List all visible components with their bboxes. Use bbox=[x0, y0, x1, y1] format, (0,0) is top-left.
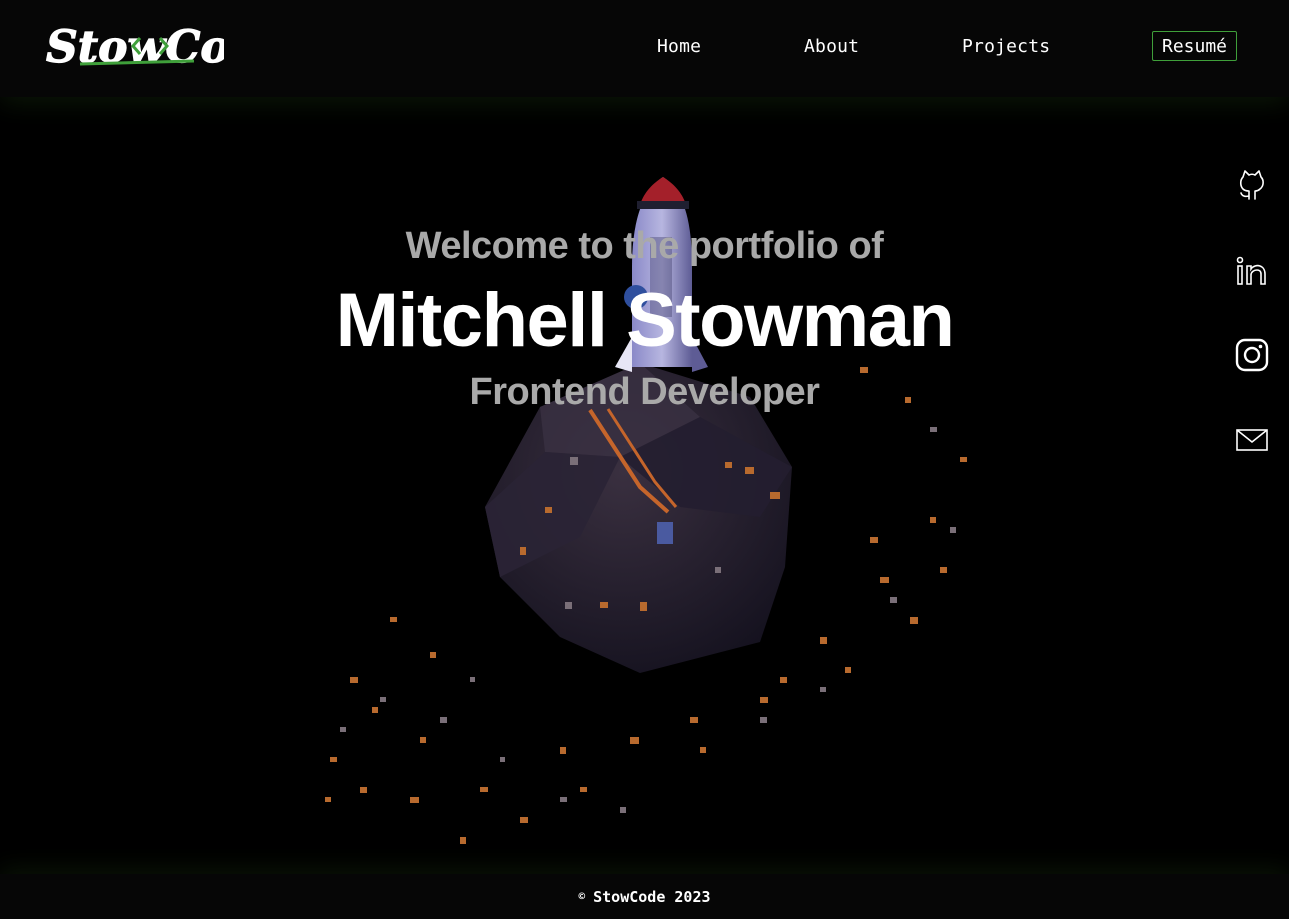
resume-button[interactable]: Resumé bbox=[1152, 31, 1237, 61]
developer-name: Mitchell Stowman bbox=[335, 278, 955, 363]
developer-role: Frontend Developer bbox=[469, 371, 820, 413]
copyright-symbol: © bbox=[578, 890, 586, 903]
github-icon[interactable] bbox=[1233, 167, 1271, 205]
instagram-icon[interactable] bbox=[1233, 336, 1271, 374]
nav-about[interactable]: About bbox=[804, 36, 859, 57]
nav-home[interactable]: Home bbox=[657, 36, 701, 57]
hero-section: Welcome to the portfolio of Mitchell Sto… bbox=[0, 97, 1289, 874]
mail-icon[interactable] bbox=[1233, 420, 1271, 458]
welcome-text: Welcome to the portfolio of bbox=[405, 225, 884, 267]
linkedin-icon[interactable] bbox=[1233, 252, 1271, 290]
stowcode-logo[interactable]: StowCode bbox=[44, 14, 224, 76]
asteroid-rocket-scene bbox=[325, 177, 967, 844]
footer-text: StowCode 2023 bbox=[593, 887, 711, 906]
site-header: StowCode Home About Projects Resumé bbox=[0, 0, 1289, 97]
nav-projects[interactable]: Projects bbox=[962, 36, 1050, 57]
site-footer: © StowCode 2023 bbox=[0, 874, 1289, 919]
